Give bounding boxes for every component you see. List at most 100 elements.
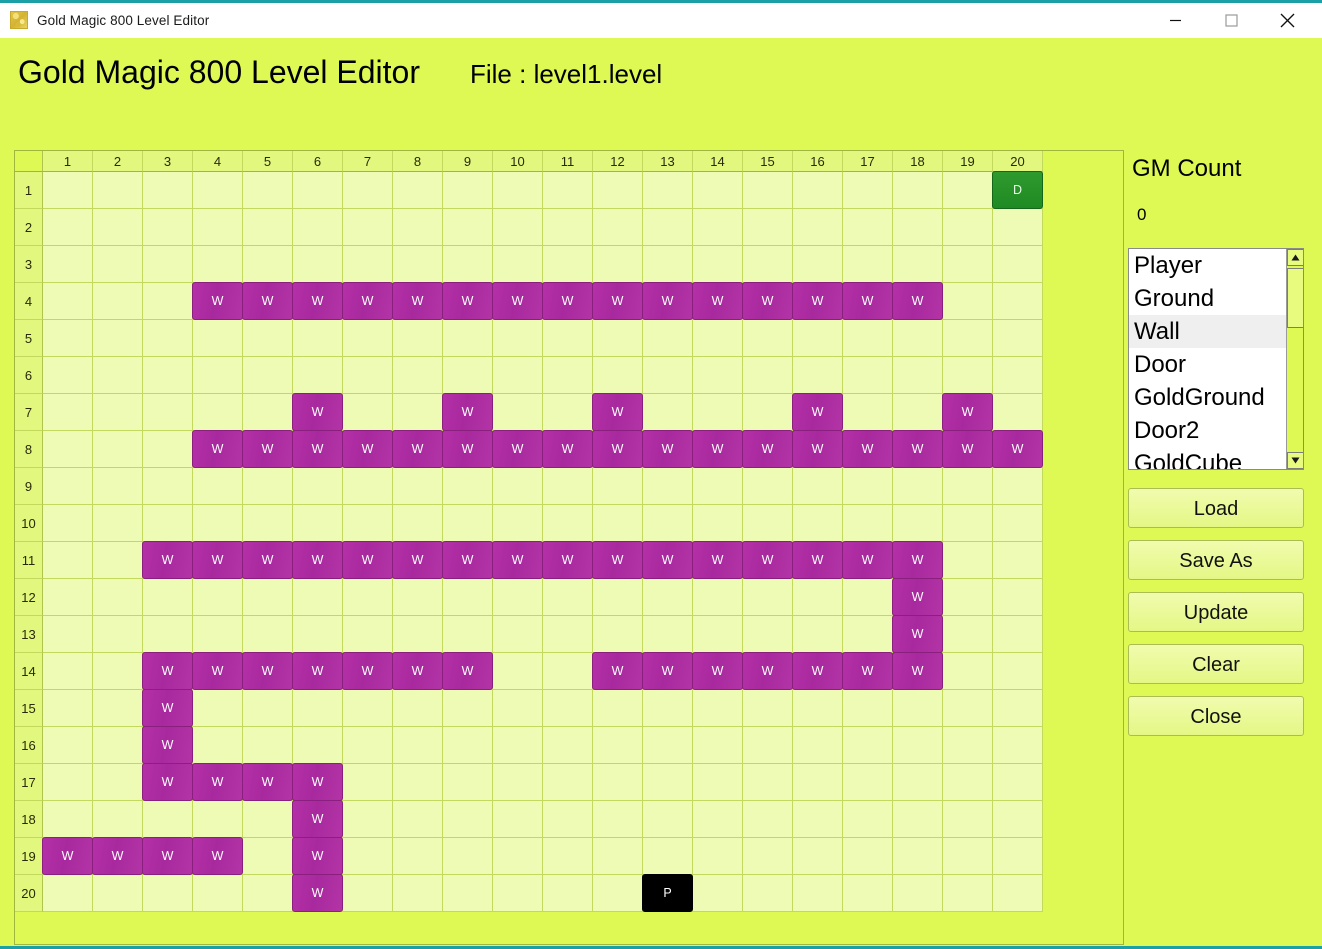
grid-cell-r10c2[interactable]: [93, 505, 143, 542]
grid-cell-r20c2[interactable]: [93, 875, 143, 912]
wall-tile[interactable]: W: [892, 578, 943, 616]
wall-tile[interactable]: W: [792, 282, 843, 320]
grid-cell-r17c12[interactable]: [593, 764, 643, 801]
grid-tile-wall-r14c5[interactable]: W: [242, 652, 293, 690]
grid-tile-wall-r19c2[interactable]: W: [92, 837, 143, 875]
grid-tile-door-r1c20[interactable]: D: [992, 171, 1043, 209]
wall-tile[interactable]: W: [192, 652, 243, 690]
scroll-up-button[interactable]: [1287, 249, 1303, 266]
grid-cell-r12c3[interactable]: [143, 579, 193, 616]
grid-cell-r3c15[interactable]: [743, 246, 793, 283]
grid-cell-r3c3[interactable]: [143, 246, 193, 283]
grid-cell-r6c16[interactable]: [793, 357, 843, 394]
minimize-button[interactable]: [1152, 2, 1198, 38]
grid-cell-r7c10[interactable]: [493, 394, 543, 431]
grid-cell-r11c2[interactable]: [93, 542, 143, 579]
tile-type-listbox[interactable]: Player Ground Wall Door GoldGround Door2 GoldC…: [1128, 248, 1304, 470]
grid-cell-r2c13[interactable]: [643, 209, 693, 246]
grid-cell-r6c3[interactable]: [143, 357, 193, 394]
tile-type-list[interactable]: Player Ground Wall Door GoldGround Door2 GoldC…: [1129, 249, 1286, 469]
grid-cell-r3c19[interactable]: [943, 246, 993, 283]
wall-tile[interactable]: W: [392, 430, 443, 468]
grid-tile-wall-r4c12[interactable]: W: [592, 282, 643, 320]
grid-tile-wall-r4c14[interactable]: W: [692, 282, 743, 320]
scrollbar-thumb[interactable]: [1287, 268, 1303, 328]
wall-tile[interactable]: W: [242, 763, 293, 801]
grid-cell-r20c18[interactable]: [893, 875, 943, 912]
grid-cell-r3c5[interactable]: [243, 246, 293, 283]
wall-tile[interactable]: W: [542, 282, 593, 320]
grid-cell-r9c5[interactable]: [243, 468, 293, 505]
grid-tile-wall-r4c7[interactable]: W: [342, 282, 393, 320]
grid-tile-wall-r17c4[interactable]: W: [192, 763, 243, 801]
grid-cell-r7c14[interactable]: [693, 394, 743, 431]
grid-cell-r2c5[interactable]: [243, 209, 293, 246]
grid-cell-r13c14[interactable]: [693, 616, 743, 653]
grid-tile-wall-r8c10[interactable]: W: [492, 430, 543, 468]
grid-cell-r10c8[interactable]: [393, 505, 443, 542]
grid-cell-r18c18[interactable]: [893, 801, 943, 838]
grid-cell-r2c16[interactable]: [793, 209, 843, 246]
grid-cell-r10c15[interactable]: [743, 505, 793, 542]
grid-cell-r11c1[interactable]: [43, 542, 93, 579]
grid-cell-r1c1[interactable]: [43, 172, 93, 209]
grid-cell-r15c5[interactable]: [243, 690, 293, 727]
grid-cell-r19c11[interactable]: [543, 838, 593, 875]
grid-tile-wall-r8c7[interactable]: W: [342, 430, 393, 468]
grid-cell-r12c4[interactable]: [193, 579, 243, 616]
grid-cell-r16c19[interactable]: [943, 727, 993, 764]
grid-cell-r5c16[interactable]: [793, 320, 843, 357]
wall-tile[interactable]: W: [792, 541, 843, 579]
grid-cell-r16c8[interactable]: [393, 727, 443, 764]
grid-tile-wall-r11c7[interactable]: W: [342, 541, 393, 579]
grid-cell-r2c8[interactable]: [393, 209, 443, 246]
wall-tile[interactable]: W: [342, 541, 393, 579]
grid-cell-r9c13[interactable]: [643, 468, 693, 505]
wall-tile[interactable]: W: [192, 763, 243, 801]
grid-cell-r12c5[interactable]: [243, 579, 293, 616]
grid-cell-r10c13[interactable]: [643, 505, 693, 542]
tile-list-item-door2[interactable]: Door2: [1129, 414, 1286, 447]
grid-tile-wall-r4c16[interactable]: W: [792, 282, 843, 320]
wall-tile[interactable]: W: [892, 430, 943, 468]
grid-cell-r5c9[interactable]: [443, 320, 493, 357]
grid-tile-wall-r11c4[interactable]: W: [192, 541, 243, 579]
listbox-scrollbar[interactable]: [1286, 249, 1303, 469]
tile-list-item-goldcube[interactable]: GoldCube: [1129, 447, 1286, 469]
grid-cell-r17c15[interactable]: [743, 764, 793, 801]
grid-cell-r5c6[interactable]: [293, 320, 343, 357]
grid-cell-r2c10[interactable]: [493, 209, 543, 246]
grid-cell-r8c2[interactable]: [93, 431, 143, 468]
grid-cell-r19c14[interactable]: [693, 838, 743, 875]
grid-cell-r17c20[interactable]: [993, 764, 1043, 801]
grid-cell-r18c15[interactable]: [743, 801, 793, 838]
grid-cell-r2c17[interactable]: [843, 209, 893, 246]
grid-cell-r12c19[interactable]: [943, 579, 993, 616]
grid-cell-r14c19[interactable]: [943, 653, 993, 690]
grid-cell-r5c19[interactable]: [943, 320, 993, 357]
wall-tile[interactable]: W: [292, 874, 343, 912]
grid-cell-r6c12[interactable]: [593, 357, 643, 394]
grid-cell-r16c4[interactable]: [193, 727, 243, 764]
grid-cell-r3c17[interactable]: [843, 246, 893, 283]
wall-tile[interactable]: W: [492, 430, 543, 468]
grid-cell-r16c13[interactable]: [643, 727, 693, 764]
grid-cell-r18c13[interactable]: [643, 801, 693, 838]
grid-tile-wall-r14c12[interactable]: W: [592, 652, 643, 690]
grid-tile-wall-r19c6[interactable]: W: [292, 837, 343, 875]
grid-cell-r3c8[interactable]: [393, 246, 443, 283]
grid-cell-r15c12[interactable]: [593, 690, 643, 727]
grid-cell-r2c3[interactable]: [143, 209, 193, 246]
grid-cell-r20c15[interactable]: [743, 875, 793, 912]
grid-cell-r4c1[interactable]: [43, 283, 93, 320]
grid-cell-r12c14[interactable]: [693, 579, 743, 616]
wall-tile[interactable]: W: [692, 652, 743, 690]
grid-cell-r19c8[interactable]: [393, 838, 443, 875]
wall-tile[interactable]: W: [892, 541, 943, 579]
grid-cell-r3c16[interactable]: [793, 246, 843, 283]
grid-cell-r17c18[interactable]: [893, 764, 943, 801]
grid-cell-r5c7[interactable]: [343, 320, 393, 357]
grid-cell-r6c4[interactable]: [193, 357, 243, 394]
grid-tile-wall-r8c14[interactable]: W: [692, 430, 743, 468]
grid-cell-r15c4[interactable]: [193, 690, 243, 727]
